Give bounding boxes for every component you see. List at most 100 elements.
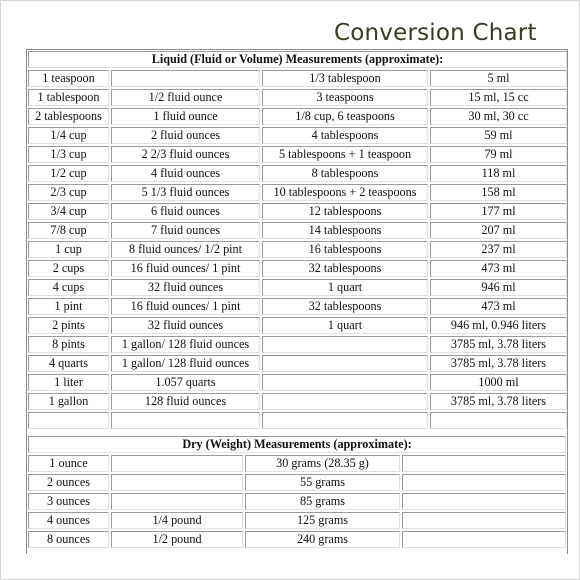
dry-cell-metric [402, 493, 566, 510]
dry-table-row: 8 ounces 1/2 pound 240 grams [28, 531, 566, 548]
liquid-heading-row: Liquid (Fluid or Volume) Measurements (a… [28, 51, 567, 68]
liquid-cell-unit: 1 liter [28, 374, 109, 391]
dry-cell-metric [402, 455, 566, 472]
liquid-cell-metric: 473 ml [430, 298, 567, 315]
liquid-table-row: 4 cups 32 fluid ounces 1 quart 946 ml [28, 279, 567, 296]
liquid-cell-equivalent [111, 412, 260, 429]
dry-heading: Dry (Weight) Measurements (approximate): [28, 436, 566, 453]
liquid-cell-alt-equivalent: 1/8 cup, 6 teaspoons [262, 108, 428, 125]
liquid-cell-unit: 1/3 cup [28, 146, 109, 163]
dry-measurements-table: Dry (Weight) Measurements (approximate):… [26, 434, 568, 550]
liquid-cell-equivalent: 1 gallon/ 128 fluid ounces [111, 355, 260, 372]
liquid-cell-unit: 4 cups [28, 279, 109, 296]
liquid-cell-equivalent [111, 70, 260, 87]
liquid-cell-equivalent: 8 fluid ounces/ 1/2 pint [111, 241, 260, 258]
liquid-heading: Liquid (Fluid or Volume) Measurements (a… [28, 51, 567, 68]
liquid-cell-metric: 15 ml, 15 cc [430, 89, 567, 106]
liquid-cell-unit: 2 pints [28, 317, 109, 334]
liquid-cell-alt-equivalent: 1/3 tablespoon [262, 70, 428, 87]
liquid-table-row: 1 cup 8 fluid ounces/ 1/2 pint 16 tablespo… [28, 241, 567, 258]
liquid-cell-metric: 237 ml [430, 241, 567, 258]
liquid-cell-equivalent: 2 fluid ounces [111, 127, 260, 144]
liquid-cell-alt-equivalent: 3 teaspoons [262, 89, 428, 106]
liquid-table-row: 1 tablespoon 1/2 fluid ounce 3 teaspoons 15… [28, 89, 567, 106]
liquid-cell-metric: 3785 ml, 3.78 liters [430, 355, 567, 372]
dry-cell-alt-equivalent: 85 grams [245, 493, 400, 510]
dry-cell-equivalent [111, 474, 243, 491]
liquid-cell-equivalent: 4 fluid ounces [111, 165, 260, 182]
liquid-cell-alt-equivalent [262, 355, 428, 372]
dry-cell-unit: 2 ounces [28, 474, 109, 491]
liquid-cell-unit: 1 cup [28, 241, 109, 258]
page-title: Conversion Chart [334, 20, 537, 46]
liquid-cell-unit: 2 cups [28, 260, 109, 277]
liquid-cell-metric: 946 ml, 0.946 liters [430, 317, 567, 334]
liquid-table-row: 7/8 cup 7 fluid ounces 14 tablespoons 207 m… [28, 222, 567, 239]
dry-table-row: 2 ounces 55 grams [28, 474, 566, 491]
liquid-cell-equivalent: 1 fluid ounce [111, 108, 260, 125]
liquid-cell-alt-equivalent [262, 412, 428, 429]
liquid-cell-metric: 118 ml [430, 165, 567, 182]
liquid-cell-unit: 1 teaspoon [28, 70, 109, 87]
liquid-cell-metric: 3785 ml, 3.78 liters [430, 393, 567, 410]
liquid-cell-unit: 1 tablespoon [28, 89, 109, 106]
liquid-table-row: 2 tablespoons 1 fluid ounce 1/8 cup, 6 tea… [28, 108, 567, 125]
dry-cell-unit: 1 ounce [28, 455, 109, 472]
liquid-cell-metric: 473 ml [430, 260, 567, 277]
liquid-cell-metric: 79 ml [430, 146, 567, 163]
dry-cell-equivalent [111, 493, 243, 510]
liquid-cell-alt-equivalent: 12 tablespoons [262, 203, 428, 220]
dry-table-row: 1 ounce 30 grams (28.35 g) [28, 455, 566, 472]
dry-cell-alt-equivalent: 125 grams [245, 512, 400, 529]
liquid-cell-equivalent: 2 2/3 fluid ounces [111, 146, 260, 163]
dry-heading-row: Dry (Weight) Measurements (approximate): [28, 436, 566, 453]
dry-cell-metric [402, 474, 566, 491]
liquid-table-row: 1/4 cup 2 fluid ounces 4 tablespoons 59 ml [28, 127, 567, 144]
liquid-table-row: 2 cups 16 fluid ounces/ 1 pint 32 tablespo… [28, 260, 567, 277]
liquid-table-row: 2 pints 32 fluid ounces 1 quart 946 ml, 0.9… [28, 317, 567, 334]
dry-cell-alt-equivalent: 240 grams [245, 531, 400, 548]
dry-cell-metric [402, 531, 566, 548]
liquid-cell-alt-equivalent: 1 quart [262, 317, 428, 334]
liquid-cell-equivalent: 32 fluid ounces [111, 317, 260, 334]
liquid-table-row: 1/2 cup 4 fluid ounces 8 tablespoons 118 ml [28, 165, 567, 182]
liquid-cell-unit: 1 gallon [28, 393, 109, 410]
dry-cell-unit: 4 ounces [28, 512, 109, 529]
liquid-cell-unit: 3/4 cup [28, 203, 109, 220]
liquid-table-row: 2/3 cup 5 1/3 fluid ounces 10 tablespoons … [28, 184, 567, 201]
liquid-cell-alt-equivalent [262, 374, 428, 391]
liquid-cell-equivalent: 7 fluid ounces [111, 222, 260, 239]
liquid-cell-equivalent: 32 fluid ounces [111, 279, 260, 296]
dry-table-row: 3 ounces 85 grams [28, 493, 566, 510]
liquid-cell-unit: 2/3 cup [28, 184, 109, 201]
dry-cell-unit: 8 ounces [28, 531, 109, 548]
liquid-cell-equivalent: 5 1/3 fluid ounces [111, 184, 260, 201]
liquid-cell-metric: 177 ml [430, 203, 567, 220]
dry-cell-equivalent [111, 455, 243, 472]
liquid-cell-metric: 207 ml [430, 222, 567, 239]
liquid-cell-alt-equivalent [262, 393, 428, 410]
liquid-cell-unit: 2 tablespoons [28, 108, 109, 125]
liquid-cell-equivalent: 16 fluid ounces/ 1 pint [111, 298, 260, 315]
liquid-table-row: 1 teaspoon 1/3 tablespoon 5 ml [28, 70, 567, 87]
liquid-cell-unit: 1/4 cup [28, 127, 109, 144]
liquid-cell-unit: 7/8 cup [28, 222, 109, 239]
liquid-table-row: 1 liter 1.057 quarts 1000 ml [28, 374, 567, 391]
dry-cell-alt-equivalent: 30 grams (28.35 g) [245, 455, 400, 472]
liquid-cell-alt-equivalent: 10 tablespoons + 2 teaspoons [262, 184, 428, 201]
liquid-cell-metric [430, 412, 567, 429]
dry-table-row: 4 ounces 1/4 pound 125 grams [28, 512, 566, 529]
liquid-table-row: 1 gallon 128 fluid ounces 3785 ml, 3.78 li… [28, 393, 567, 410]
liquid-cell-metric: 3785 ml, 3.78 liters [430, 336, 567, 353]
liquid-cell-unit [28, 412, 109, 429]
liquid-cell-alt-equivalent: 4 tablespoons [262, 127, 428, 144]
liquid-table-row [28, 412, 567, 429]
liquid-cell-equivalent: 1.057 quarts [111, 374, 260, 391]
liquid-table-row: 1 pint 16 fluid ounces/ 1 pint 32 tablespo… [28, 298, 567, 315]
liquid-cell-equivalent: 16 fluid ounces/ 1 pint [111, 260, 260, 277]
liquid-cell-alt-equivalent: 32 tablespoons [262, 298, 428, 315]
liquid-cell-unit: 4 quarts [28, 355, 109, 372]
liquid-cell-equivalent: 128 fluid ounces [111, 393, 260, 410]
liquid-cell-metric: 946 ml [430, 279, 567, 296]
liquid-table-row: 4 quarts 1 gallon/ 128 fluid ounces 3785 m… [28, 355, 567, 372]
